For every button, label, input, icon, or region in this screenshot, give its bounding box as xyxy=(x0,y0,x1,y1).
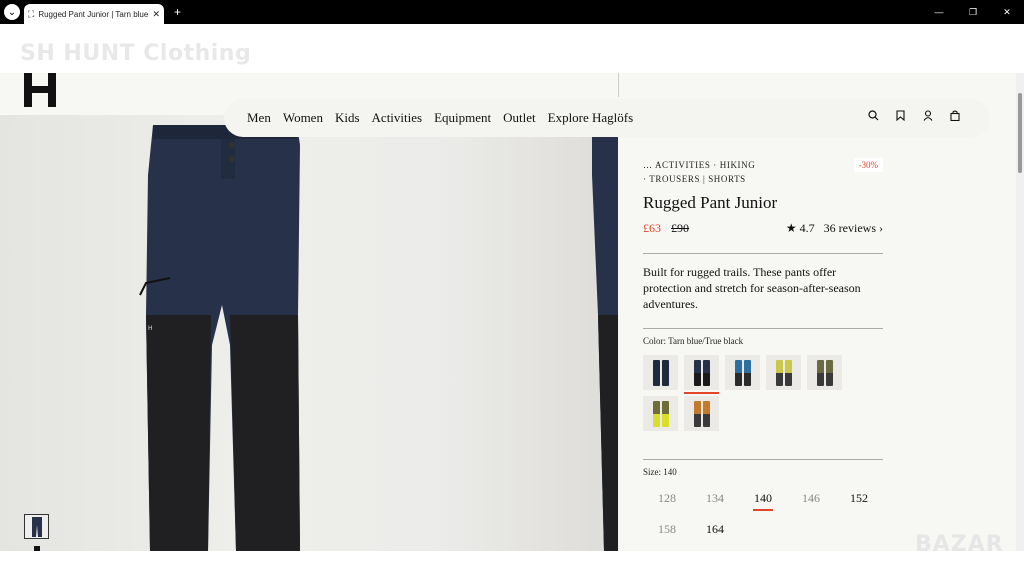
discount-badge: -30% xyxy=(853,158,883,172)
maximize-button[interactable]: ❐ xyxy=(956,7,990,18)
breadcrumb-line[interactable]: … ACTIVITIES · HIKING xyxy=(643,158,883,172)
close-window-button[interactable]: ✕ xyxy=(990,7,1024,18)
product-page: H Men Women Kids Activities Equipment Ou… xyxy=(0,73,1016,551)
size-option-164[interactable]: 164 xyxy=(691,522,739,537)
size-option-146[interactable]: 146 xyxy=(787,491,835,506)
color-swatch[interactable] xyxy=(643,396,678,431)
reviews-link[interactable]: 36 reviews › xyxy=(824,221,883,235)
swatch-leg xyxy=(702,400,710,427)
product-description: Built for rugged trails. These pants off… xyxy=(643,265,861,311)
minimize-button[interactable]: — xyxy=(922,7,956,17)
swatch-leg xyxy=(661,400,669,427)
swatch-leg xyxy=(784,359,792,386)
color-swatch[interactable] xyxy=(725,355,760,390)
original-price: £90 xyxy=(671,221,689,235)
swatch-leg xyxy=(825,359,833,386)
gallery-thumbnail[interactable] xyxy=(24,514,49,539)
color-swatch[interactable] xyxy=(807,355,842,390)
swatch-leg xyxy=(652,359,660,386)
size-option-152[interactable]: 152 xyxy=(835,491,883,506)
color-swatch[interactable] xyxy=(684,396,719,431)
swatch-leg xyxy=(693,359,701,386)
browser-tab-strip: ⌄ ⛶ Rugged Pant Junior | Tarn blue ✕ + —… xyxy=(0,0,1024,24)
size-option-140[interactable]: 140 xyxy=(739,491,787,511)
size-options: 128 134 140 146 152 158 164 xyxy=(643,491,893,551)
breadcrumb[interactable]: … ACTIVITIES · HIKING · TROUSERS | SHORT… xyxy=(643,158,883,186)
product-image: H xyxy=(139,125,618,551)
product-info: … ACTIVITIES · HIKING · TROUSERS | SHORT… xyxy=(643,158,883,551)
swatch-leg xyxy=(693,400,701,427)
overlay-band: SH HUNT Clothing xyxy=(0,24,1024,73)
nav-item-activities[interactable]: Activities xyxy=(372,110,423,126)
browser-tab[interactable]: ⛶ Rugged Pant Junior | Tarn blue ✕ xyxy=(24,4,164,24)
breadcrumb-line[interactable]: · TROUSERS | SHORTS xyxy=(643,172,883,186)
swatch-leg xyxy=(661,359,669,386)
watermark: SH HUNT Clothing xyxy=(20,41,252,66)
new-tab-button[interactable]: + xyxy=(174,5,181,19)
tab-title: Rugged Pant Junior | Tarn blue xyxy=(38,9,149,19)
header-divider xyxy=(618,73,619,97)
bag-icon[interactable] xyxy=(941,110,968,124)
swatch-leg xyxy=(775,359,783,386)
svg-text:H: H xyxy=(148,325,153,332)
product-title: Rugged Pant Junior xyxy=(643,193,778,212)
tab-menu-icon[interactable]: ⌄ xyxy=(4,4,20,20)
price-row: £63 £90 ★ 4.7 36 reviews › xyxy=(643,221,883,236)
sale-price: £63 xyxy=(643,221,661,235)
color-label: Color: Tarn blue/True black xyxy=(643,336,744,346)
rating-value: ★ 4.7 xyxy=(785,221,815,235)
swatch-leg xyxy=(816,359,824,386)
size-label: Size: 140 xyxy=(643,467,677,477)
swatch-leg xyxy=(743,359,751,386)
page-scrollbar[interactable] xyxy=(1016,73,1024,551)
size-option-134[interactable]: 134 xyxy=(691,491,739,506)
scrollbar-thumb[interactable] xyxy=(1018,93,1022,173)
product-gallery[interactable]: H xyxy=(0,115,618,551)
bottom-band xyxy=(0,551,1024,576)
brand-logo[interactable] xyxy=(24,73,58,107)
size-option-128[interactable]: 128 xyxy=(643,491,691,506)
nav-item-women[interactable]: Women xyxy=(283,110,323,126)
swatch-leg xyxy=(734,359,742,386)
rating[interactable]: ★ 4.7 36 reviews › xyxy=(786,221,883,236)
favicon-icon: ⛶ xyxy=(28,8,35,19)
color-swatch[interactable] xyxy=(684,355,719,394)
bottom-watermark: BAZAR xyxy=(915,532,1004,557)
search-icon[interactable] xyxy=(860,110,887,124)
divider xyxy=(643,253,883,254)
nav-item-kids[interactable]: Kids xyxy=(335,110,360,126)
divider xyxy=(643,459,883,460)
account-icon[interactable] xyxy=(914,110,941,124)
main-navigation: Men Women Kids Activities Equipment Outl… xyxy=(224,99,990,137)
swatch-leg xyxy=(652,400,660,427)
swatch-leg xyxy=(702,359,710,386)
bookmark-icon[interactable] xyxy=(887,110,914,124)
color-swatch[interactable] xyxy=(643,355,678,390)
color-swatches xyxy=(643,355,888,437)
tab-close-icon[interactable]: ✕ xyxy=(152,9,160,20)
divider xyxy=(643,328,883,329)
nav-item-men[interactable]: Men xyxy=(247,110,271,126)
nav-icons xyxy=(860,110,968,124)
window-controls: — ❐ ✕ xyxy=(922,0,1024,24)
nav-item-explore[interactable]: Explore Haglöfs xyxy=(548,110,634,126)
size-option-158[interactable]: 158 xyxy=(643,522,691,537)
color-swatch[interactable] xyxy=(766,355,801,390)
nav-item-equipment[interactable]: Equipment xyxy=(434,110,491,126)
nav-item-outlet[interactable]: Outlet xyxy=(503,110,536,126)
